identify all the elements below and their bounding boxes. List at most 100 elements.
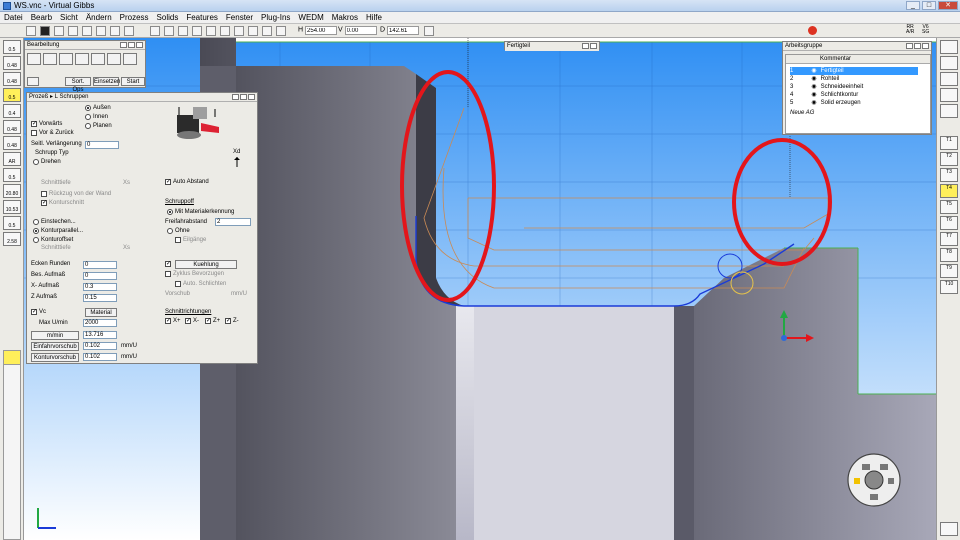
left-tool-7[interactable]: 0.48 xyxy=(3,136,21,150)
vorwaerts-checkbox[interactable]: ✓ xyxy=(31,121,37,127)
right-tool-t4[interactable]: T4 xyxy=(940,184,958,198)
fertigteil-pin-button[interactable] xyxy=(582,43,589,49)
right-tool-a[interactable] xyxy=(940,40,958,54)
start-button[interactable]: Start xyxy=(121,77,145,86)
right-tool-b[interactable] xyxy=(940,56,958,70)
arbeitsgruppe-pin-button[interactable] xyxy=(906,43,913,49)
point-tool-button[interactable] xyxy=(54,26,64,36)
dir-zplus-checkbox[interactable]: ✓ xyxy=(205,318,211,324)
redraw-button[interactable] xyxy=(248,26,258,36)
left-tool-3[interactable]: 0.48 xyxy=(3,72,21,86)
right-tool-t6[interactable]: T6 xyxy=(940,216,958,230)
op-tool-6[interactable] xyxy=(107,53,121,65)
menu-hilfe[interactable]: Hilfe xyxy=(362,12,386,23)
arc-tool-button[interactable] xyxy=(96,26,106,36)
op-tool-5[interactable] xyxy=(91,53,105,65)
circle-tool-button[interactable] xyxy=(82,26,92,36)
maximize-button[interactable]: □ xyxy=(922,1,936,10)
menu-wedm[interactable]: WEDM xyxy=(294,12,327,23)
auto-schlichten-checkbox[interactable] xyxy=(175,281,181,287)
dir-zminus-checkbox[interactable]: ✓ xyxy=(225,318,231,324)
left-tool-11[interactable]: 10.53 xyxy=(3,200,21,214)
x-aufmass-input[interactable]: 0.3 xyxy=(83,283,117,291)
menu-solids[interactable]: Solids xyxy=(153,12,183,23)
right-tool-t8[interactable]: T8 xyxy=(940,248,958,262)
einfahrvorschub-button[interactable]: Einfahrvorschub xyxy=(31,342,79,351)
dir-xminus-checkbox[interactable]: ✓ xyxy=(185,318,191,324)
list-item-schneideeinheit[interactable]: 3 ◉ Schneideeinheit xyxy=(790,83,918,91)
bearbeitung-close-button[interactable] xyxy=(136,42,143,48)
schruppen-pin-button[interactable] xyxy=(232,94,239,100)
konturvorschub-button[interactable]: Konturvorschub xyxy=(31,353,79,362)
view-side-button[interactable] xyxy=(178,26,188,36)
minimize-button[interactable]: _ xyxy=(906,1,920,10)
bearbeitung-help-button[interactable] xyxy=(128,42,135,48)
menu-sicht[interactable]: Sicht xyxy=(56,12,82,23)
right-tool-t5[interactable]: T5 xyxy=(940,200,958,214)
view-top-button[interactable] xyxy=(150,26,160,36)
close-button[interactable]: ✕ xyxy=(938,1,958,10)
left-tool-2[interactable]: 0.48 xyxy=(3,56,21,70)
left-tool-9[interactable]: 0.5 xyxy=(3,168,21,182)
menu-features[interactable]: Features xyxy=(182,12,222,23)
select-tool-button[interactable] xyxy=(26,26,36,36)
auto-abstand-checkbox[interactable]: ✓ xyxy=(165,179,171,185)
text-tool-button[interactable] xyxy=(40,26,50,36)
list-item-solid-erzeugen[interactable]: 5 ◉ Solid erzeugen xyxy=(790,99,918,107)
konturoffset-radio[interactable] xyxy=(33,237,39,243)
stop-icon[interactable] xyxy=(808,26,817,35)
right-tool-t3[interactable]: T3 xyxy=(940,168,958,182)
schruppen-close-button[interactable] xyxy=(248,94,255,100)
menu-datei[interactable]: Datei xyxy=(0,12,27,23)
right-tool-t7[interactable]: T7 xyxy=(940,232,958,246)
fertigteil-close-button[interactable] xyxy=(590,43,597,49)
menu-plugins[interactable]: Plug-Ins xyxy=(257,12,294,23)
einstechen-radio[interactable] xyxy=(33,219,39,225)
left-tool-10[interactable]: 20.80 xyxy=(3,184,21,198)
coord-d-input[interactable] xyxy=(387,26,420,35)
konturparallel-radio[interactable] xyxy=(33,228,39,234)
menu-bearb[interactable]: Bearb xyxy=(27,12,56,23)
coord-options-button[interactable] xyxy=(424,26,434,36)
left-tool-1[interactable]: 0.5 xyxy=(3,40,21,54)
left-tool-12[interactable]: 0.5 xyxy=(3,216,21,230)
seitl-input[interactable]: 0 xyxy=(85,141,119,149)
left-tool-4[interactable]: 0.5 xyxy=(3,88,21,102)
drehen-radio[interactable] xyxy=(33,159,39,165)
right-tool-e[interactable] xyxy=(940,104,958,118)
left-tool-6[interactable]: 0.48 xyxy=(3,120,21,134)
kuehlung-checkbox[interactable]: ✓ xyxy=(165,261,171,267)
op-tool-1[interactable] xyxy=(27,53,41,65)
view-iso-button[interactable] xyxy=(192,26,202,36)
right-tool-bottom[interactable] xyxy=(940,522,958,536)
line-tool-button[interactable] xyxy=(68,26,78,36)
ecken-runden-input[interactable]: 0 xyxy=(83,261,117,269)
freifahrabstand-input[interactable]: 2 xyxy=(215,218,251,226)
op-tool-7[interactable] xyxy=(123,53,137,65)
left-secondary-selected[interactable] xyxy=(4,351,20,365)
op-tool-4[interactable] xyxy=(75,53,89,65)
bearbeitung-pin-button[interactable] xyxy=(120,42,127,48)
right-tool-t2[interactable]: T2 xyxy=(940,152,958,166)
left-tool-5[interactable]: 0.4 xyxy=(3,104,21,118)
left-tool-8[interactable]: AR xyxy=(3,152,21,166)
sort-ops-button[interactable]: Sort. Ops xyxy=(65,77,91,93)
right-tool-d[interactable] xyxy=(940,88,958,102)
max-umin-input[interactable]: 2000 xyxy=(83,319,117,327)
ohne-radio[interactable] xyxy=(167,228,173,234)
pan-button[interactable] xyxy=(262,26,272,36)
eilgaenge-checkbox[interactable] xyxy=(175,237,181,243)
right-tool-t10[interactable]: T10 xyxy=(940,280,958,294)
delete-tool-button[interactable] xyxy=(124,26,134,36)
menu-aendern[interactable]: Ändern xyxy=(82,12,116,23)
coord-h-input[interactable] xyxy=(305,26,338,35)
mit-materialerkennung-radio[interactable] xyxy=(167,209,173,215)
arbeitsgruppe-help-button[interactable] xyxy=(914,43,921,49)
einfahrvorschub-input[interactable]: 0.102 xyxy=(83,342,117,350)
coord-v-input[interactable] xyxy=(344,26,377,35)
dir-xplus-checkbox[interactable]: ✓ xyxy=(165,318,171,324)
konturschnitt-checkbox[interactable]: ✓ xyxy=(41,200,47,206)
list-item-fertigteil[interactable]: 1 ◉ Fertigteil xyxy=(790,67,918,75)
arbeitsgruppe-close-button[interactable] xyxy=(922,43,929,49)
schruppen-help-button[interactable] xyxy=(240,94,247,100)
